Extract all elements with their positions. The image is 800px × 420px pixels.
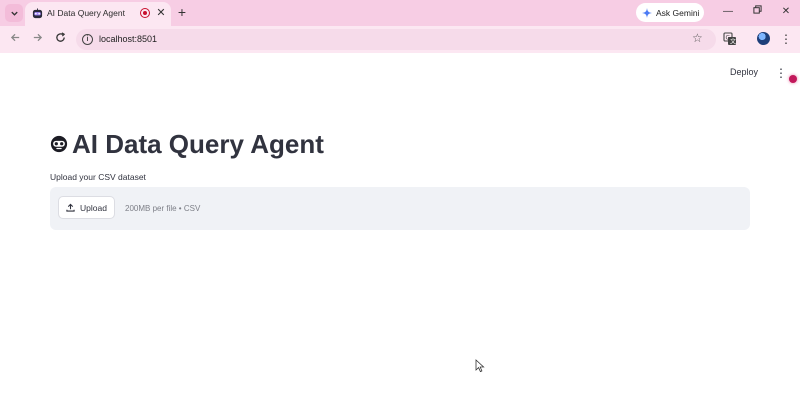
browser-tab-active[interactable]: AI Data Query Agent ✕	[25, 2, 171, 26]
close-icon[interactable]: ✕	[155, 6, 167, 20]
file-dropzone[interactable]: Upload 200MB per file • CSV	[50, 187, 750, 230]
reload-button[interactable]	[53, 32, 67, 46]
svg-text:文: 文	[730, 38, 736, 46]
ask-gemini-label: Ask Gemini	[656, 7, 700, 18]
star-icon[interactable]: ☆	[692, 31, 703, 45]
new-tab-button[interactable]: +	[175, 4, 189, 20]
url-text[interactable]: localhost:8501	[99, 34, 157, 44]
tab-title: AI Data Query Agent	[47, 8, 125, 18]
browser-tab-strip: AI Data Query Agent ✕ + Ask Gemini — ✕	[0, 0, 800, 26]
upload-button-label: Upload	[80, 202, 107, 213]
upload-icon	[66, 203, 75, 212]
info-icon[interactable]: i	[82, 34, 93, 45]
page-title: AI Data Query Agent	[50, 128, 324, 160]
mouse-pointer-icon	[475, 359, 485, 373]
restore-icon	[752, 5, 762, 14]
reload-icon	[55, 32, 65, 42]
address-bar[interactable]: i localhost:8501 ☆	[76, 29, 716, 50]
uploader-label: Upload your CSV dataset	[50, 172, 146, 182]
browser-toolbar: i localhost:8501 ☆ G 文 ⋮	[0, 26, 800, 53]
translate-icon[interactable]: G 文	[723, 32, 737, 46]
arrow-right-icon	[33, 33, 42, 42]
forward-button[interactable]	[30, 32, 44, 46]
kebab-icon[interactable]: ⋮	[775, 65, 787, 81]
close-window-button[interactable]: ✕	[779, 5, 793, 19]
tab-search-button[interactable]	[5, 4, 23, 22]
chevron-down-icon	[10, 11, 18, 16]
arrow-left-icon	[10, 33, 19, 42]
back-button[interactable]	[8, 32, 22, 46]
page-title-text: AI Data Query Agent	[72, 128, 324, 159]
robot-face-icon	[32, 8, 43, 19]
sparkle-icon	[642, 7, 652, 18]
minimize-window-button[interactable]: —	[721, 5, 735, 19]
robot-face-icon	[50, 135, 68, 153]
status-indicator	[789, 75, 797, 83]
deploy-button[interactable]: Deploy	[730, 67, 758, 77]
ask-gemini-button[interactable]: Ask Gemini	[636, 3, 704, 22]
record-icon	[140, 8, 150, 18]
avatar-icon[interactable]	[757, 32, 770, 45]
app-header: Deploy ⋮	[0, 53, 800, 93]
file-limit-text: 200MB per file • CSV	[125, 204, 201, 213]
upload-button[interactable]: Upload	[58, 196, 115, 219]
kebab-icon[interactable]: ⋮	[780, 31, 792, 47]
restore-window-button[interactable]	[750, 5, 764, 19]
